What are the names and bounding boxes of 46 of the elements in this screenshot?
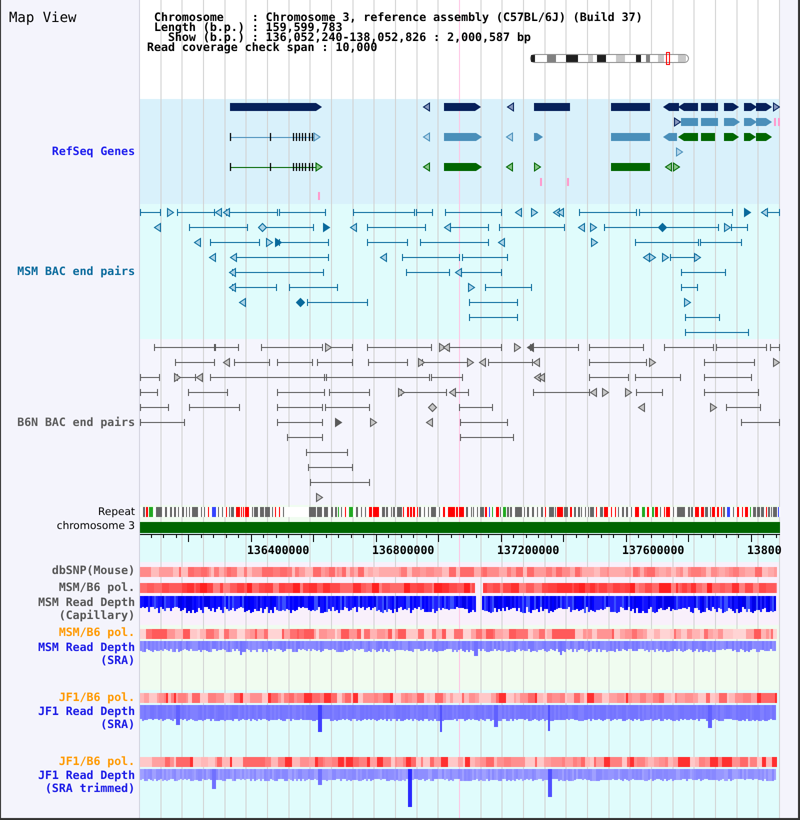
gene-feature: [534, 162, 542, 172]
gene-feature: [724, 118, 740, 126]
track-label: MSM/B6 pol.: [58, 580, 135, 594]
track-label: dbSNP(Mouse): [52, 564, 135, 577]
track-label: MSM/B6 pol.: [58, 626, 135, 639]
track-label: Repeat: [98, 506, 135, 518]
gene-feature: [534, 103, 570, 111]
gene-feature: [422, 132, 430, 142]
gene-feature: [701, 118, 718, 126]
chromosome-info: Chromosome : Chromosome 3, reference assembly (C57BL/6J) (Build 37) Length (b.p.) : 159,599,783 Show (b.p.) : 136,052,240-138,052,826 : 2,000,587 bp Read coverage check span : 10,000: [147, 12, 643, 52]
gene-feature: [724, 103, 739, 111]
gene-feature: [701, 103, 718, 111]
gene-feature: [534, 133, 543, 141]
gene-feature: [506, 132, 513, 142]
gene-feature: [611, 163, 650, 171]
gene-feature: [444, 103, 481, 111]
map-view-title: Map View: [9, 10, 76, 26]
feature-mark: [540, 178, 542, 186]
feature-mark: [318, 192, 320, 200]
gene-feature: [701, 133, 715, 141]
gene-feature: [611, 133, 650, 141]
gene-feature: [444, 133, 482, 141]
gene-feature: [506, 162, 513, 172]
gene-feature: [422, 162, 430, 172]
ruler-label: 137600000: [622, 544, 684, 557]
track-label: B6N BAC end pairs: [17, 416, 135, 428]
track-label: JF1/B6 pol.: [58, 754, 135, 768]
gene-feature: [444, 163, 482, 171]
ruler-label: 136400000: [247, 544, 310, 557]
gene-feature: [611, 103, 650, 111]
track-label: JF1 Read Depth (SRA trimmed): [37, 769, 135, 795]
ruler-label: 136800000: [372, 544, 434, 557]
gene-feature: [506, 102, 514, 112]
region-marker: [666, 52, 670, 65]
track-label: RefSeq Genes: [52, 145, 135, 158]
ruler-label: 137200000: [497, 544, 560, 557]
gene-feature: [422, 102, 430, 112]
track-label: chromosome 3: [56, 520, 135, 532]
track-label: MSM Read Depth (SRA): [37, 641, 135, 667]
track-label: MSM Read Depth (Capillary): [37, 596, 135, 622]
ruler-label: 13800: [747, 544, 782, 557]
track-label: JF1/B6 pol.: [58, 690, 135, 704]
track-label: JF1 Read Depth (SRA): [37, 705, 135, 731]
track-label: MSM BAC end pairs: [17, 265, 135, 278]
feature-mark: [567, 178, 569, 186]
gene-feature: [724, 133, 739, 141]
